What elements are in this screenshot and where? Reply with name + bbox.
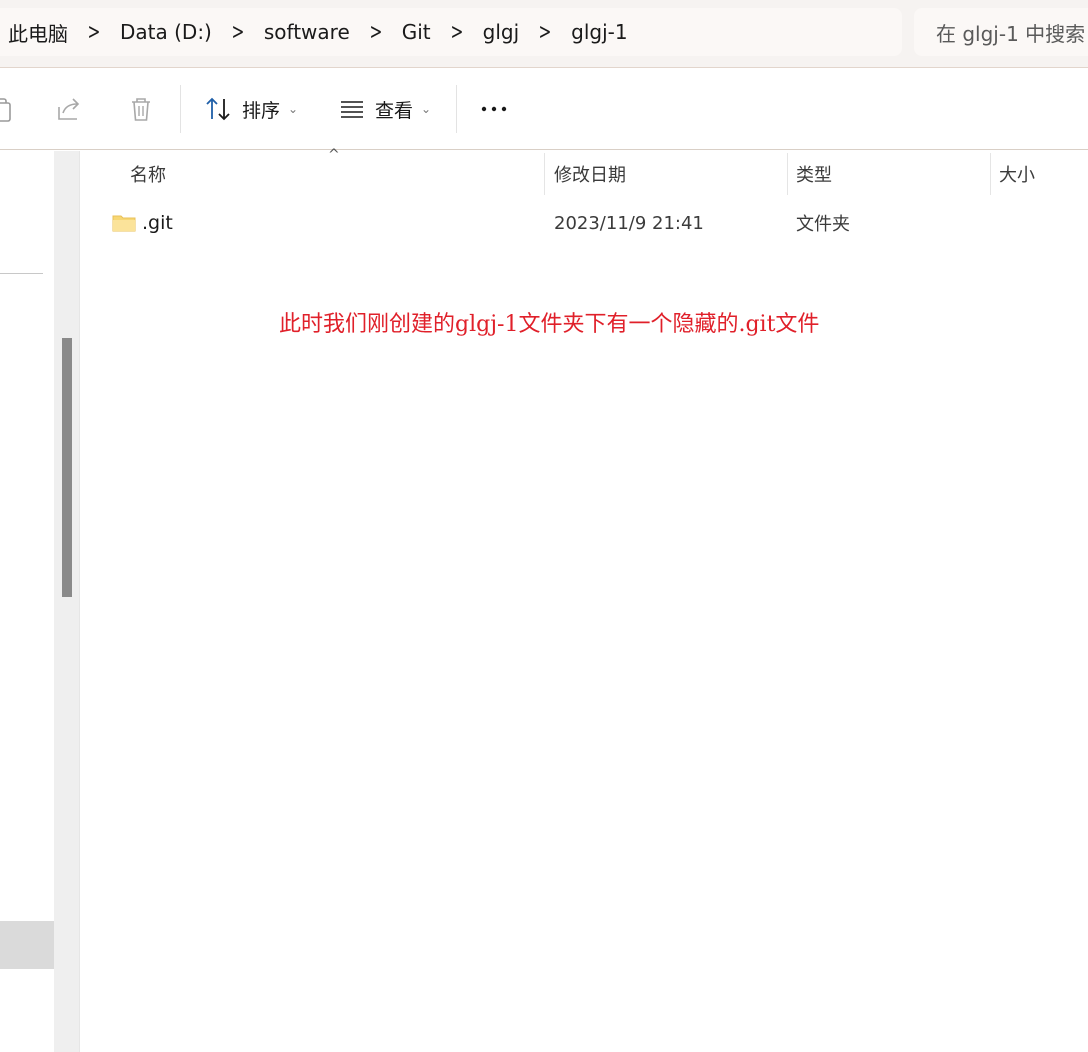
- nav-scrollbar[interactable]: [54, 151, 80, 1052]
- view-label: 查看: [375, 99, 414, 122]
- column-divider[interactable]: [787, 153, 788, 195]
- file-name: .git: [142, 212, 173, 234]
- breadcrumb-item-this-pc[interactable]: 此电脑: [4, 18, 72, 47]
- file-row[interactable]: .git 2023/11/9 21:41 文件夹: [81, 203, 1088, 243]
- breadcrumb-item-glgj-1[interactable]: glgj-1: [567, 20, 631, 44]
- scrollbar-thumb[interactable]: [62, 338, 72, 597]
- column-header-modified[interactable]: 修改日期: [554, 151, 626, 197]
- copy-icon[interactable]: [0, 93, 16, 125]
- column-divider[interactable]: [544, 153, 545, 195]
- sort-button[interactable]: 排序 ⌄: [204, 91, 298, 127]
- chevron-right-icon[interactable]: >: [530, 20, 561, 45]
- command-bar: 排序 ⌄ 查看 ⌄: [0, 69, 1088, 150]
- chevron-right-icon[interactable]: >: [222, 20, 253, 45]
- more-icon: [481, 106, 507, 112]
- more-options-button[interactable]: [480, 91, 518, 127]
- chevron-right-icon[interactable]: >: [79, 20, 110, 45]
- chevron-down-icon: ⌄: [421, 102, 432, 116]
- file-type: 文件夹: [796, 214, 850, 235]
- file-list[interactable]: ^ 名称 修改日期 类型 大小 .git 2023/11/9 21:41 文件夹…: [81, 147, 1088, 1052]
- navigation-pane[interactable]: [0, 151, 54, 1052]
- chevron-down-icon: ⌄: [288, 102, 299, 116]
- file-modified: 2023/11/9 21:41: [554, 212, 704, 234]
- sort-ascending-icon: ^: [328, 147, 340, 163]
- nav-selected-item[interactable]: [0, 921, 54, 969]
- sort-icon: [206, 97, 230, 121]
- toolbar-separator: [180, 85, 181, 133]
- nav-divider: [0, 273, 43, 274]
- chevron-right-icon[interactable]: >: [360, 20, 391, 45]
- folder-icon: [112, 215, 136, 232]
- sort-label: 排序: [242, 99, 281, 122]
- view-button[interactable]: 查看 ⌄: [339, 91, 431, 127]
- breadcrumb-item-data-drive[interactable]: Data (D:): [116, 20, 216, 44]
- file-name-cell[interactable]: .git: [112, 203, 173, 243]
- toolbar-separator: [456, 85, 457, 133]
- address-bar-area: 此电脑 > Data (D:) > software > Git > glgj …: [0, 0, 1088, 68]
- delete-icon[interactable]: [125, 93, 157, 125]
- column-header-type[interactable]: 类型: [796, 151, 832, 197]
- search-input[interactable]: 在 glgj-1 中搜索: [914, 8, 1088, 56]
- annotation-text: 此时我们刚创建的glgj-1文件夹下有一个隐藏的.git文件: [279, 312, 820, 337]
- breadcrumb[interactable]: 此电脑 > Data (D:) > software > Git > glgj …: [0, 8, 902, 56]
- view-icon: [341, 101, 363, 118]
- chevron-right-icon[interactable]: >: [441, 20, 472, 45]
- column-header-size[interactable]: 大小: [999, 151, 1035, 197]
- breadcrumb-item-glgj[interactable]: glgj: [479, 20, 524, 44]
- breadcrumb-item-git[interactable]: Git: [398, 20, 435, 44]
- share-icon[interactable]: [53, 93, 85, 125]
- column-header-name[interactable]: 名称: [130, 151, 166, 197]
- column-divider[interactable]: [990, 153, 991, 195]
- breadcrumb-item-software[interactable]: software: [260, 20, 354, 44]
